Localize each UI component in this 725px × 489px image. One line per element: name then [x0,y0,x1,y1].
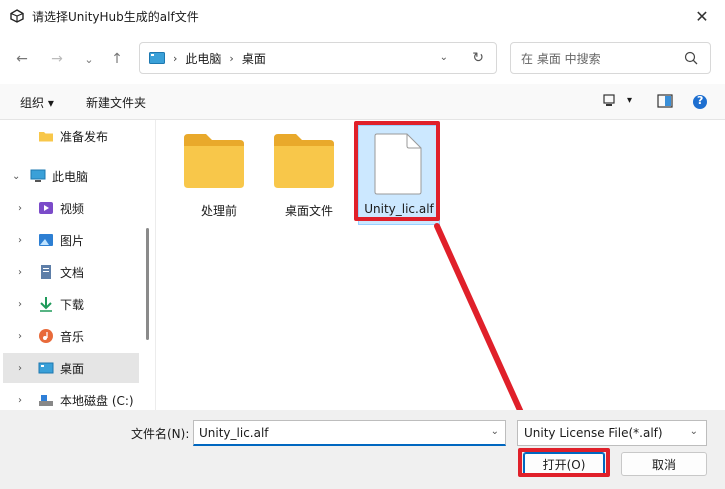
cancel-button[interactable]: 取消 [621,452,707,476]
folder-icon [184,134,244,188]
breadcrumb-this-pc[interactable]: 此电脑 [185,50,221,67]
sidebar-item-label: 视频 [60,201,85,216]
chevron-right-icon[interactable]: › [18,331,22,342]
breadcrumb-desktop[interactable]: 桌面 [242,50,266,67]
sidebar-item-prepare-release[interactable]: 准备发布 [0,121,150,151]
sidebar-item-downloads[interactable]: › 下载 [0,289,150,319]
folder-icon [274,134,334,188]
breadcrumb-separator: › [229,51,234,65]
filename-input[interactable]: Unity_lic.alf ⌄ [193,420,506,446]
sidebar-item-label: 准备发布 [60,129,109,144]
chevron-right-icon[interactable]: › [18,395,22,406]
sidebar-item-label: 音乐 [60,329,85,344]
chevron-down-icon[interactable]: ⌄ [12,171,20,182]
organize-label: 组织 [20,96,45,110]
document-icon [41,265,51,279]
sidebar-item-label: 本地磁盘 (C:) [60,393,134,408]
search-icon [684,51,698,65]
refresh-button[interactable]: ↻ [472,50,484,66]
chevron-right-icon[interactable]: › [18,363,22,374]
sidebar-item-music[interactable]: › 音乐 [0,321,150,351]
annotation-highlight-file [354,121,440,221]
filename-value: Unity_lic.alf [199,425,269,440]
back-button[interactable]: ← [11,48,33,70]
download-icon [40,297,52,312]
sidebar-item-label: 下载 [60,297,85,312]
sidebar-item-label: 图片 [60,233,85,248]
chevron-down-icon: ⌄ [84,52,94,66]
recent-locations-button[interactable]: ⌄ [78,48,100,70]
chevron-down-icon: ⌄ [689,426,698,437]
preview-pane-icon [657,94,673,108]
up-button[interactable]: ↑ [106,48,128,70]
file-label: 处理前 [200,204,237,218]
sidebar-item-label: 此电脑 [52,169,89,184]
folder-item-before-processing[interactable]: 处理前 [178,124,260,224]
breadcrumb-separator: › [173,51,178,65]
view-options-button[interactable] [603,94,629,111]
sidebar-scrollbar[interactable] [146,228,149,340]
chevron-down-icon[interactable]: ⌄ [491,426,499,437]
help-glyph: ? [697,94,704,107]
file-label: 桌面文件 [284,204,333,218]
dialog-footer: 文件名(N): Unity_lic.alf ⌄ Unity License Fi… [0,410,725,489]
view-icon [603,94,615,106]
video-icon [39,202,53,214]
chevron-right-icon[interactable]: › [18,235,22,246]
arrow-up-icon: ↑ [111,51,123,67]
drive-icon [39,395,53,406]
unity-app-icon [10,9,24,23]
desktop-icon [149,52,165,64]
search-box[interactable]: 在 桌面 中搜索 [510,42,711,74]
folder-icon [39,132,53,142]
sidebar-item-documents[interactable]: › 文档 [0,257,150,287]
arrow-left-icon: ← [16,51,28,67]
chevron-right-icon[interactable]: › [18,299,22,310]
sidebar-item-pictures[interactable]: › 图片 [0,225,150,255]
search-placeholder: 在 桌面 中搜索 [521,51,601,66]
new-folder-button[interactable]: 新建文件夹 [86,94,146,111]
desktop-icon [38,362,54,374]
chevron-right-icon[interactable]: › [18,203,22,214]
filename-label: 文件名(N): [131,427,190,441]
computer-icon [30,169,46,182]
sidebar-item-label: 桌面 [60,361,85,376]
title-bar: 请选择UnityHub生成的alf文件 ✕ [0,0,725,32]
sidebar-item-this-pc[interactable]: ⌄ 此电脑 [0,161,150,191]
close-icon: ✕ [695,6,709,26]
chevron-right-icon[interactable]: › [18,267,22,278]
close-button[interactable]: ✕ [679,0,725,32]
filetype-value: Unity License File(*.alf) [524,426,663,440]
sidebar-item-local-disk-c[interactable]: › 本地磁盘 (C:) [0,385,150,410]
sidebar-item-label: 文档 [60,265,85,280]
window-title: 请选择UnityHub生成的alf文件 [32,9,199,24]
organize-button[interactable]: 组织 ▾ [20,94,54,111]
folder-item-desktop-files[interactable]: 桌面文件 [268,124,350,224]
caret-down-icon[interactable]: ▾ [627,95,632,106]
sidebar-item-videos[interactable]: › 视频 [0,193,150,223]
arrow-right-icon: → [51,51,63,67]
sidebar-item-desktop[interactable]: › 桌面 [3,353,139,383]
address-bar[interactable]: › 此电脑 › 桌面 ⌄ ↻ [139,42,497,74]
forward-button[interactable]: → [46,48,68,70]
address-history-dropdown[interactable]: ⌄ [440,52,448,63]
annotation-highlight-open [518,448,610,477]
picture-icon [39,234,53,246]
filetype-select[interactable]: Unity License File(*.alf) ⌄ [517,420,707,446]
navigation-pane: 准备发布 ⌄ 此电脑 › 视频 › 图片 › 文档 › 下载 › 音乐 › 桌面… [0,120,156,410]
caret-down-icon: ▾ [47,96,54,110]
file-list: 处理前 桌面文件 Unity_lic.alf [156,120,725,410]
command-bar: 组织 ▾ 新建文件夹 ▾ ? [0,84,725,120]
music-icon [39,329,53,343]
preview-pane-button[interactable] [657,94,673,111]
